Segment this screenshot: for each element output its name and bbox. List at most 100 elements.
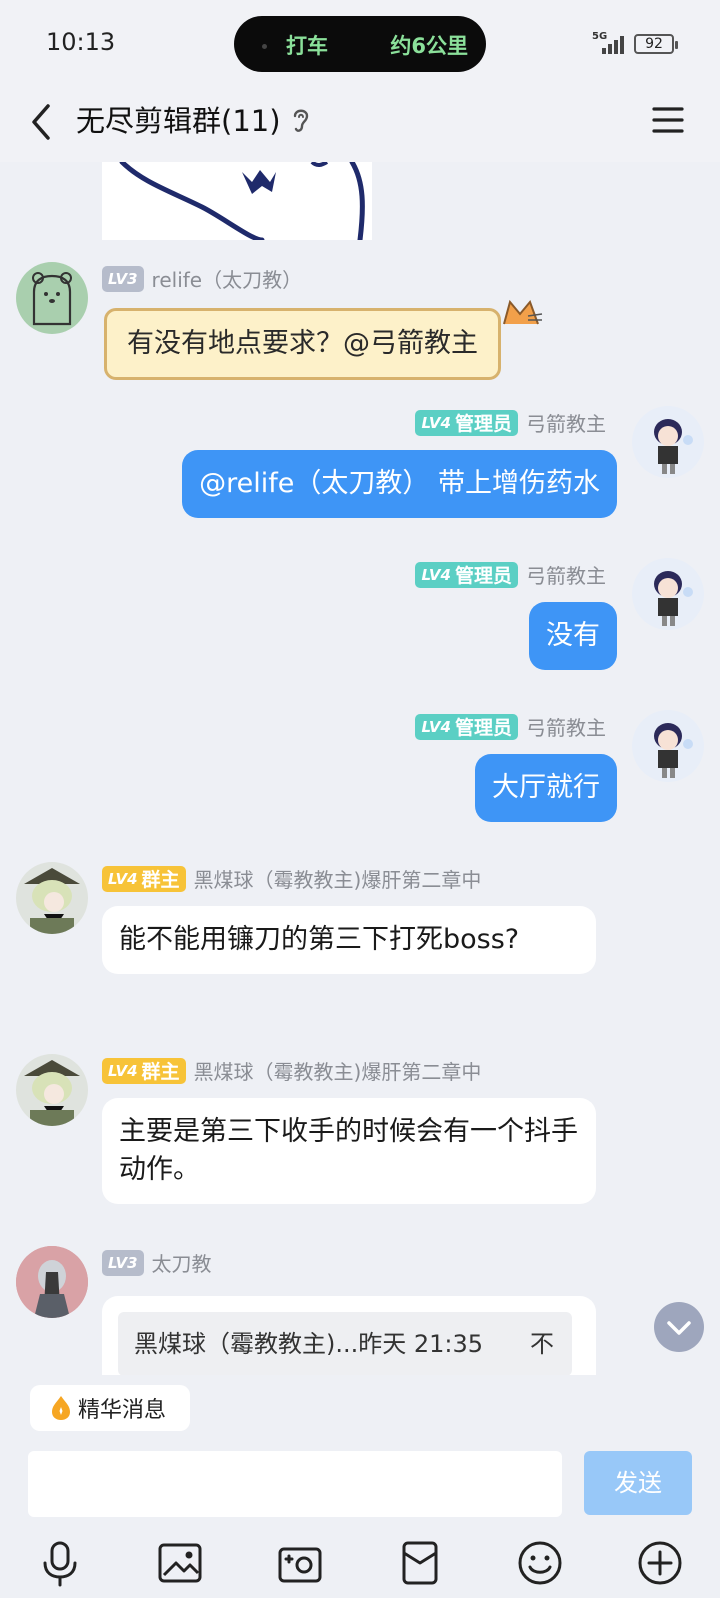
message-meta: LV3 太刀教 — [102, 1248, 212, 1277]
dynamic-island[interactable]: 打车 约6公里 — [234, 16, 486, 72]
message-text: 能不能用镰刀的第三下打死boss? — [119, 924, 520, 955]
sender-name[interactable]: 弓箭教主 — [526, 408, 606, 437]
quote-expand[interactable]: 不 — [530, 1312, 554, 1375]
status-time: 10:13 — [46, 28, 116, 56]
admin-badge: LV4 管理员 — [415, 409, 518, 436]
message-bubble[interactable]: 主要是第三下收手的时候会有一个抖手动作。 — [102, 1098, 596, 1204]
level-text: LV3 — [108, 1253, 138, 1272]
owner-badge: LV4 群主 — [102, 1057, 186, 1084]
image-message[interactable] — [102, 162, 372, 243]
avatar[interactable] — [16, 862, 88, 934]
sender-name[interactable]: 黑煤球（霉教教主)爆肝第二章中 — [194, 1056, 482, 1085]
bear-avatar-icon — [32, 272, 72, 326]
message-item: LV4 管理员 弓箭教主 大厅就行 — [0, 710, 720, 840]
back-arrow-icon[interactable] — [22, 100, 62, 144]
level-badge: LV3 — [102, 1249, 144, 1276]
level-text: LV4 — [421, 413, 451, 432]
message-meta: LV4 管理员 弓箭教主 — [415, 408, 606, 437]
image-icon[interactable] — [156, 1539, 204, 1587]
role-text: 管理员 — [454, 565, 512, 587]
message-meta: LV4 群主 黑煤球（霉教教主)爆肝第二章中 — [102, 1056, 481, 1085]
message-item: LV4 群主 黑煤球（霉教教主)爆肝第二章中 主要是第三下收手的时候会有一个抖手动… — [0, 1054, 720, 1224]
level-text: LV3 — [108, 269, 138, 288]
reply-quote[interactable]: 黑煤球（霉教教主)...昨天 21:35 不 — [118, 1312, 572, 1375]
message-input[interactable] — [28, 1451, 562, 1517]
message-text: @relife（太刀教） 带上增伤药水 — [199, 468, 600, 499]
anime-avatar-icon — [654, 571, 693, 626]
avatar[interactable] — [632, 710, 704, 782]
sender-name[interactable]: 弓箭教主 — [526, 560, 606, 589]
level-text: LV4 — [421, 717, 451, 736]
emoji-icon[interactable] — [516, 1539, 564, 1587]
avatar[interactable] — [16, 262, 88, 334]
owner-badge: LV4 群主 — [102, 865, 186, 892]
role-text: 群主 — [141, 869, 180, 891]
message-bubble[interactable]: 能不能用镰刀的第三下打死boss? — [102, 906, 596, 974]
anime-avatar-icon — [24, 1060, 80, 1126]
signal-icon — [602, 36, 624, 54]
avatar[interactable] — [632, 558, 704, 630]
microphone-icon[interactable] — [36, 1539, 84, 1587]
admin-badge: LV4 管理员 — [415, 561, 518, 588]
battery-indicator: 92 — [634, 34, 678, 54]
chat-header: 无尽剪辑群(11) — [0, 84, 720, 162]
message-bubble[interactable]: 有没有地点要求？@弓箭教主 — [104, 308, 501, 380]
island-distance-label: 约6公里 — [390, 34, 468, 58]
plus-icon[interactable] — [636, 1539, 684, 1587]
avatar[interactable] — [632, 406, 704, 478]
level-badge: LV3 — [102, 265, 144, 292]
level-text: LV4 — [108, 869, 138, 888]
sender-name[interactable]: 弓箭教主 — [526, 712, 606, 741]
message-meta: LV4 管理员 弓箭教主 — [415, 560, 606, 589]
chevron-down-icon — [667, 1321, 691, 1335]
scroll-to-bottom-button[interactable] — [654, 1302, 704, 1352]
message-bubble[interactable]: 大厅就行 — [475, 754, 617, 822]
message-item: LV3 relife（太刀教） 有没有地点要求？@弓箭教主 — [0, 262, 720, 392]
essence-label: 精华消息 — [78, 1398, 167, 1423]
sender-name[interactable]: relife（太刀教） — [152, 264, 303, 293]
quote-text: 黑煤球（霉教教主)...昨天 21:35 — [134, 1330, 484, 1358]
group-title[interactable]: 无尽剪辑群(11) — [76, 98, 281, 140]
ear-icon[interactable] — [288, 104, 314, 136]
cat-ears-icon — [503, 299, 543, 325]
sender-name[interactable]: 黑煤球（霉教教主)爆肝第二章中 — [194, 864, 482, 893]
message-item: LV4 群主 黑煤球（霉教教主)爆肝第二章中 能不能用镰刀的第三下打死boss? — [0, 862, 720, 1032]
red-packet-icon[interactable] — [396, 1539, 444, 1587]
avatar[interactable] — [16, 1054, 88, 1126]
role-text: 管理员 — [454, 413, 512, 435]
input-panel: 精华消息 发送 — [0, 1375, 720, 1598]
message-text: 大厅就行 — [492, 772, 600, 803]
message-text: 有没有地点要求？@弓箭教主 — [127, 328, 478, 359]
camera-icon[interactable] — [276, 1539, 324, 1587]
message-text: 没有 — [546, 620, 600, 651]
role-text: 管理员 — [454, 717, 512, 739]
level-text: LV4 — [108, 1061, 138, 1080]
status-bar: 10:13 打车 约6公里 5G 92 — [0, 0, 720, 84]
island-taxi-label: 打车 — [286, 34, 328, 58]
message-item: LV3 太刀教 黑煤球（霉教教主)...昨天 21:35 不 — [0, 1246, 720, 1375]
message-item: LV4 管理员 弓箭教主 @relife（太刀教） 带上增伤药水 — [0, 406, 720, 536]
message-text: 主要是第三下收手的时候会有一个抖手动作。 — [119, 1116, 578, 1185]
avatar[interactable] — [16, 1246, 88, 1318]
island-dot — [262, 44, 267, 49]
message-item: LV4 管理员 弓箭教主 没有 — [0, 558, 720, 688]
sender-name[interactable]: 太刀教 — [152, 1248, 212, 1277]
anime-avatar-icon — [24, 868, 80, 934]
chat-message-list[interactable]: LV3 relife（太刀教） 有没有地点要求？@弓箭教主 LV4 管理员 弓箭教… — [0, 162, 720, 1375]
role-text: 群主 — [141, 1061, 180, 1083]
message-meta: LV3 relife（太刀教） — [102, 264, 302, 293]
admin-badge: LV4 管理员 — [415, 713, 518, 740]
flame-icon — [52, 1396, 70, 1420]
anime-avatar-icon — [16, 1246, 88, 1318]
message-bubble[interactable]: @relife（太刀教） 带上增伤药水 — [182, 450, 617, 518]
message-bubble[interactable]: 黑煤球（霉教教主)...昨天 21:35 不 — [102, 1296, 596, 1375]
message-meta: LV4 群主 黑煤球（霉教教主)爆肝第二章中 — [102, 864, 481, 893]
level-text: LV4 — [421, 565, 451, 584]
send-button[interactable]: 发送 — [584, 1451, 692, 1515]
menu-icon[interactable] — [650, 100, 686, 140]
message-meta: LV4 管理员 弓箭教主 — [415, 712, 606, 741]
drawing-image — [119, 162, 365, 243]
anime-avatar-icon — [654, 419, 693, 474]
essence-messages-button[interactable]: 精华消息 — [30, 1385, 190, 1431]
message-bubble[interactable]: 没有 — [529, 602, 617, 670]
